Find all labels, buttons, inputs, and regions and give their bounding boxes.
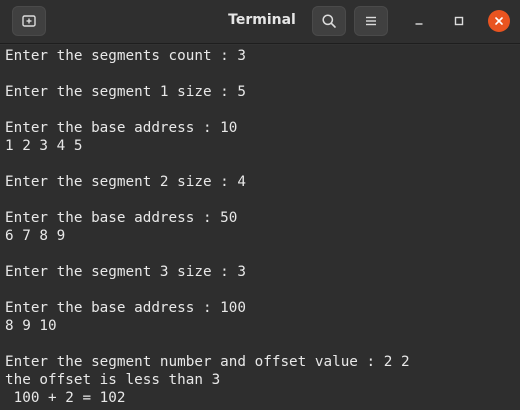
terminal-line: 100 + 2 = 102 bbox=[5, 390, 126, 406]
terminal-line: Enter the base address : 10 bbox=[5, 120, 238, 136]
title-bar[interactable]: Terminal bbox=[0, 0, 520, 44]
terminal-line: Enter the segment 2 size : 4 bbox=[5, 174, 247, 190]
menu-button[interactable] bbox=[354, 6, 388, 36]
close-icon bbox=[495, 17, 503, 25]
hamburger-menu-icon bbox=[366, 16, 376, 26]
terminal-line: Enter the base address : 100 bbox=[5, 300, 247, 316]
minimize-button[interactable] bbox=[408, 10, 430, 32]
search-icon bbox=[322, 14, 336, 28]
terminal-line: 1 2 3 4 5 bbox=[5, 138, 83, 154]
minimize-icon bbox=[415, 23, 423, 25]
terminal-line: 8 9 10 bbox=[5, 318, 57, 334]
new-tab-button[interactable] bbox=[12, 6, 46, 36]
terminal-line: Enter the segment 3 size : 3 bbox=[5, 264, 247, 280]
terminal-line: Enter the segment number and offset valu… bbox=[5, 354, 410, 370]
close-button[interactable] bbox=[488, 10, 510, 32]
terminal-line: the offset is less than 3 bbox=[5, 372, 221, 388]
search-button[interactable] bbox=[312, 6, 346, 36]
terminal-line: Enter the base address : 50 bbox=[5, 210, 238, 226]
window-title: Terminal bbox=[228, 12, 296, 28]
new-tab-icon bbox=[22, 15, 36, 27]
maximize-button[interactable] bbox=[448, 10, 470, 32]
terminal-line: Enter the segments count : 3 bbox=[5, 48, 247, 64]
maximize-icon bbox=[454, 16, 464, 26]
terminal-line: Enter the segment 1 size : 5 bbox=[5, 84, 247, 100]
terminal-window: Terminal Enter the segments count: 3 En… bbox=[0, 0, 520, 410]
terminal-line: 6 7 8 9 bbox=[5, 228, 66, 244]
terminal-output[interactable]: Enter the segments count : 3 Enter the s… bbox=[0, 45, 520, 410]
